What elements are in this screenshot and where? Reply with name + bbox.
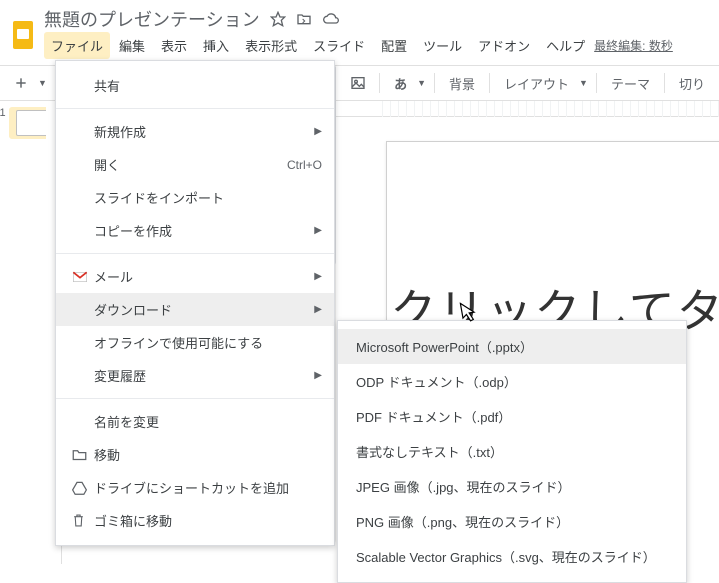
gmail-icon [72, 271, 94, 283]
separator [379, 73, 380, 93]
menu-make-copy[interactable]: コピーを作成▶ [56, 214, 334, 247]
download-jpeg[interactable]: JPEG 画像（.jpg、現在のスライド） [338, 469, 686, 504]
download-txt[interactable]: 書式なしテキスト（.txt） [338, 434, 686, 469]
menu-download[interactable]: ダウンロード▶ [56, 293, 334, 326]
menu-edit[interactable]: 編集 [112, 32, 152, 59]
menu-email[interactable]: メール▶ [56, 260, 334, 293]
trash-icon [72, 513, 94, 528]
separator [56, 108, 334, 109]
cloud-status-icon[interactable] [322, 11, 340, 27]
download-pptx[interactable]: Microsoft PowerPoint（.pptx） [338, 329, 686, 364]
menu-slide[interactable]: スライド [306, 32, 372, 59]
menu-version-history[interactable]: 変更履歴▶ [56, 359, 334, 392]
menu-insert[interactable]: 挿入 [196, 32, 236, 59]
menu-bar: ファイル 編集 表示 挿入 表示形式 スライド 配置 ツール アドオン ヘルプ … [44, 32, 679, 63]
separator [56, 253, 334, 254]
layout-button[interactable]: レイアウト [498, 71, 575, 96]
submenu-arrow-icon: ▶ [314, 370, 322, 381]
separator [434, 73, 435, 93]
thumbnail-panel: 1 [0, 101, 46, 564]
chevron-down-icon[interactable]: ▼ [417, 78, 426, 88]
document-title[interactable]: 無題のプレゼンテーション [44, 6, 260, 32]
submenu-arrow-icon: ▶ [314, 225, 322, 236]
menu-move[interactable]: 移動 [56, 438, 334, 471]
menu-tools[interactable]: ツール [416, 32, 469, 59]
menu-help[interactable]: ヘルプ [539, 32, 592, 59]
menu-rename[interactable]: 名前を変更 [56, 405, 334, 438]
menu-file[interactable]: ファイル [44, 32, 110, 59]
menu-trash[interactable]: ゴミ箱に移動 [56, 504, 334, 537]
menu-view[interactable]: 表示 [154, 32, 194, 59]
separator [56, 398, 334, 399]
submenu-arrow-icon: ▶ [314, 271, 322, 282]
drive-icon [72, 481, 94, 495]
file-menu-dropdown: 共有 新規作成▶ 開くCtrl+O スライドをインポート コピーを作成▶ メール… [55, 60, 335, 546]
menu-share[interactable]: 共有 [56, 69, 334, 102]
menu-addons[interactable]: アドオン [471, 32, 537, 59]
download-odp[interactable]: ODP ドキュメント（.odp） [338, 364, 686, 399]
last-edit-link[interactable]: 最終編集: 数秒 [594, 37, 679, 54]
chevron-down-icon[interactable]: ▼ [38, 78, 47, 88]
ime-indicator[interactable]: あ [388, 71, 413, 96]
star-icon[interactable] [270, 11, 286, 27]
menu-arrange[interactable]: 配置 [374, 32, 414, 59]
shortcut-label: Ctrl+O [287, 158, 322, 172]
title-bar: 無題のプレゼンテーション ファイル 編集 表示 挿入 表示形式 スライド 配置 … [0, 0, 719, 65]
download-submenu: Microsoft PowerPoint（.pptx） ODP ドキュメント（.… [337, 320, 687, 583]
chevron-down-icon[interactable]: ▼ [579, 78, 588, 88]
transition-button[interactable]: 切り [673, 71, 711, 96]
image-icon[interactable] [345, 70, 371, 96]
menu-import-slides[interactable]: スライドをインポート [56, 181, 334, 214]
menu-format[interactable]: 表示形式 [238, 32, 304, 59]
background-button[interactable]: 背景 [443, 71, 481, 96]
menu-open[interactable]: 開くCtrl+O [56, 148, 334, 181]
download-pdf[interactable]: PDF ドキュメント（.pdf） [338, 399, 686, 434]
slide-thumbnail[interactable] [16, 110, 50, 136]
download-svg[interactable]: Scalable Vector Graphics（.svg、現在のスライド） [338, 539, 686, 574]
move-folder-icon[interactable] [296, 11, 312, 27]
submenu-arrow-icon: ▶ [314, 126, 322, 137]
new-slide-button[interactable] [8, 70, 34, 96]
theme-button[interactable]: テーマ [605, 71, 656, 96]
separator [664, 73, 665, 93]
folder-icon [72, 448, 94, 461]
download-png[interactable]: PNG 画像（.png、現在のスライド） [338, 504, 686, 539]
separator [596, 73, 597, 93]
thumbnail-number: 1 [0, 107, 6, 119]
slides-app-icon[interactable] [10, 17, 36, 53]
menu-new[interactable]: 新規作成▶ [56, 115, 334, 148]
submenu-arrow-icon: ▶ [314, 304, 322, 315]
menu-add-shortcut[interactable]: ドライブにショートカットを追加 [56, 471, 334, 504]
menu-offline[interactable]: オフラインで使用可能にする [56, 326, 334, 359]
separator [489, 73, 490, 93]
